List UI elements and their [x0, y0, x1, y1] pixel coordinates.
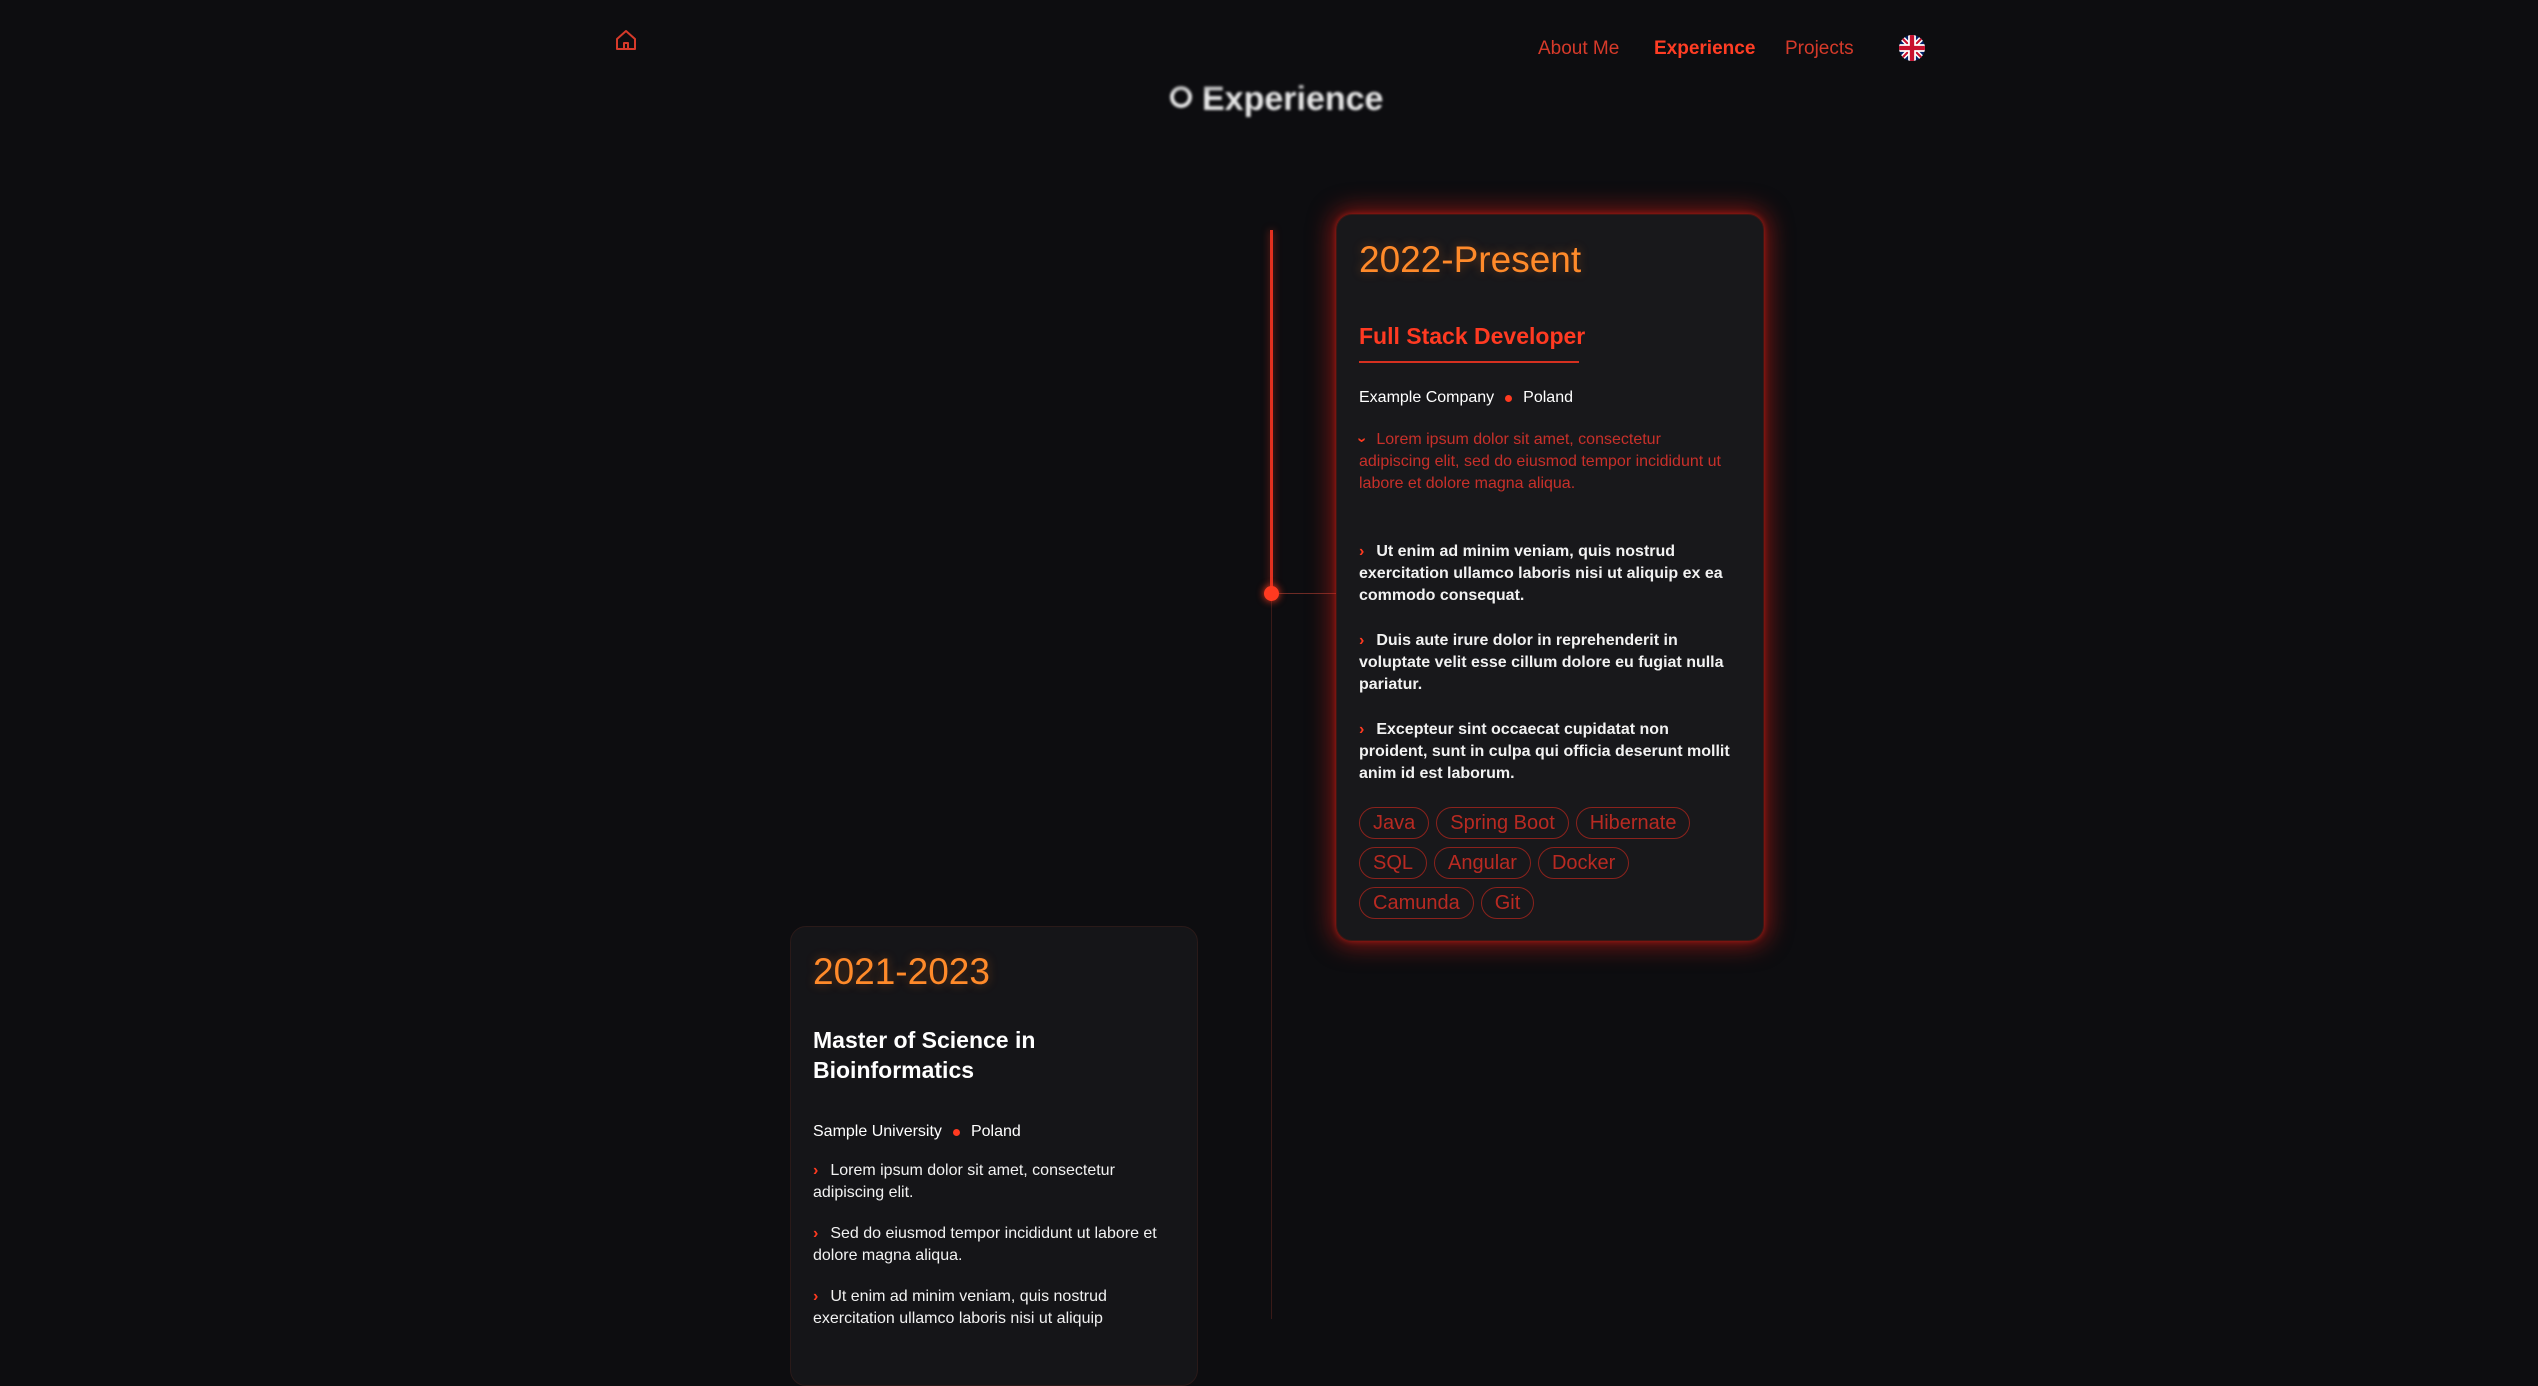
header-fade [0, 0, 2538, 95]
chevron-down-icon: › [1353, 437, 1371, 443]
chevron-right-icon: › [1359, 632, 1365, 649]
tech-tags: Java Spring Boot Hibernate SQL Angular D… [1359, 807, 1749, 919]
education-card[interactable]: 2021-2023 Master of Science in Bioinform… [790, 926, 1198, 1386]
institution-name: Sample University [813, 1123, 942, 1140]
chevron-right-icon: › [813, 1288, 819, 1305]
company-name: Example Company [1359, 389, 1495, 406]
chevron-right-icon: › [1359, 543, 1365, 560]
experience-bullet: › Excepteur sint occaecat cupidatat non p… [1359, 721, 1730, 782]
institution-location: Poland [970, 1123, 1021, 1140]
experience-role: Full Stack Developer [1359, 323, 1586, 363]
separator-dot-icon [952, 1128, 960, 1136]
nav-experience[interactable]: Experience [1654, 38, 1755, 60]
tag-git: Git [1480, 887, 1535, 919]
experience-period: 2022-Present [1359, 239, 1582, 280]
experience-bullet: › Duis aute irure dolor in reprehenderit … [1359, 632, 1724, 693]
chevron-right-icon: › [813, 1225, 819, 1242]
tag-docker: Docker [1537, 847, 1630, 879]
tag-angular: Angular [1434, 847, 1531, 879]
tag-sql: SQL [1359, 847, 1428, 879]
timeline-connector [1278, 593, 1336, 594]
timeline-dot [1264, 586, 1279, 601]
education-bullet: › Ut enim ad minim veniam, quis nostrud e… [813, 1288, 1107, 1327]
education-degree: Master of Science in Bioinformatics [813, 1027, 1036, 1083]
nav-projects[interactable]: Projects [1785, 38, 1854, 60]
separator-dot-icon [1505, 394, 1513, 402]
uk-flag-icon[interactable] [1899, 35, 1925, 61]
education-period: 2021-2023 [813, 951, 990, 992]
nav-about-me[interactable]: About Me [1538, 38, 1619, 60]
education-bullet: › Lorem ipsum dolor sit amet, consectetur… [813, 1162, 1115, 1201]
tag-spring-boot: Spring Boot [1436, 807, 1569, 839]
experience-card[interactable]: 2022-Present Full Stack Developer Exampl… [1336, 214, 1764, 941]
chevron-right-icon: › [1359, 721, 1365, 738]
experience-meta: Example Company Poland [1359, 389, 1573, 407]
tag-camunda: Camunda [1359, 887, 1474, 919]
experience-bullet: › Lorem ipsum dolor sit amet, consectetur… [1354, 429, 1734, 495]
company-location: Poland [1523, 389, 1573, 406]
home-icon[interactable] [614, 28, 638, 52]
chevron-right-icon: › [813, 1162, 819, 1179]
experience-bullet: › Ut enim ad minim veniam, quis nostrud e… [1359, 543, 1723, 604]
education-bullet: › Sed do eiusmod tempor incididunt ut lab… [813, 1225, 1157, 1264]
timeline-line [1271, 593, 1272, 1319]
timeline-line-active [1270, 230, 1273, 593]
tag-hibernate: Hibernate [1575, 807, 1691, 839]
education-meta: Sample University Poland [813, 1123, 1021, 1141]
tag-java: Java [1359, 807, 1430, 839]
